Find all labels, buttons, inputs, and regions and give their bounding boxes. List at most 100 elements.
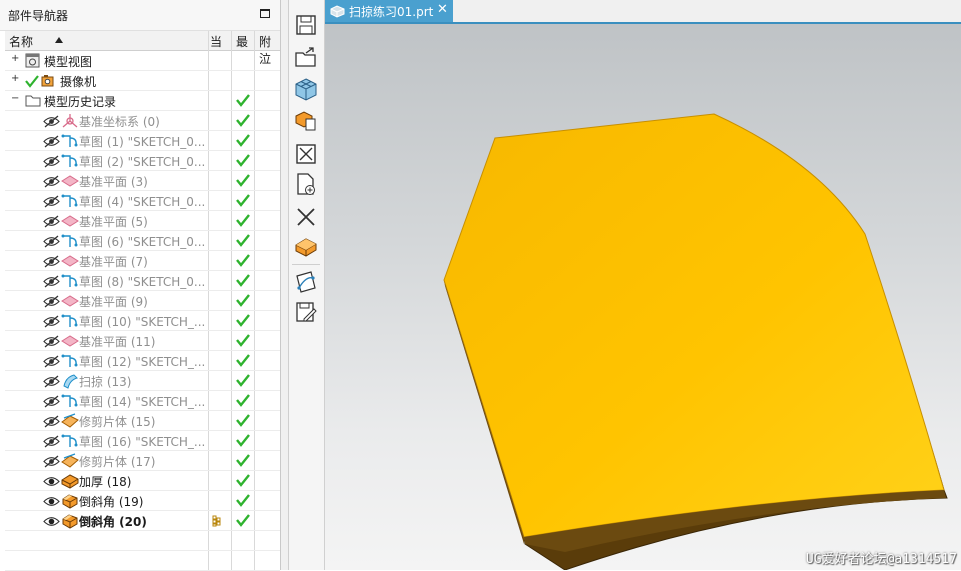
visible-eye-icon[interactable]	[43, 495, 60, 511]
column-name[interactable]: 名称	[9, 33, 33, 50]
hidden-eye-icon[interactable]	[43, 435, 60, 451]
navigator-column-header: 名称 当 最 附泣	[5, 31, 280, 66]
sketch-icon	[61, 393, 79, 412]
tree-node-label: 模型历史记录	[44, 95, 117, 109]
current-feature-icon	[212, 515, 222, 530]
feature-row[interactable]: 草图 (14) "SKETCH_...	[5, 391, 280, 411]
document-tab[interactable]: 扫掠练习01.prt ✕	[325, 0, 453, 22]
latest-check-icon	[234, 492, 252, 511]
datum-plane-icon	[61, 253, 79, 272]
hidden-eye-icon[interactable]	[43, 195, 60, 211]
feature-label: 扫掠 (13)	[79, 375, 132, 389]
resource-toolbar	[289, 0, 325, 570]
camera-icon	[41, 75, 54, 87]
copy-body-icon[interactable]	[294, 108, 318, 132]
feature-row[interactable]: 草图 (10) "SKETCH_...	[5, 311, 280, 331]
feature-row[interactable]: 扫掠 (13)	[5, 371, 280, 391]
hidden-eye-icon[interactable]	[43, 175, 60, 191]
latest-check-icon	[234, 412, 252, 431]
hidden-eye-icon[interactable]	[43, 135, 60, 151]
empty-row	[5, 531, 280, 551]
hidden-eye-icon[interactable]	[43, 335, 60, 351]
tree-node-model-views[interactable]: + 模型视图	[5, 51, 280, 71]
feature-row[interactable]: 草图 (1) "SKETCH_0...	[5, 131, 280, 151]
feature-row[interactable]: 草图 (2) "SKETCH_0...	[5, 151, 280, 171]
maximize-icon[interactable]	[260, 9, 270, 18]
feature-row[interactable]: 基准平面 (11)	[5, 331, 280, 351]
hidden-eye-icon[interactable]	[43, 315, 60, 331]
datum-plane-icon	[61, 173, 79, 192]
feature-row[interactable]: 草图 (16) "SKETCH_...	[5, 431, 280, 451]
hidden-eye-icon[interactable]	[43, 115, 60, 131]
hidden-eye-icon[interactable]	[43, 375, 60, 391]
feature-row[interactable]: 草图 (12) "SKETCH_...	[5, 351, 280, 371]
feature-label: 基准平面 (3)	[79, 175, 148, 189]
latest-check-icon	[234, 272, 252, 291]
sketch-icon	[61, 133, 79, 152]
hidden-eye-icon[interactable]	[43, 455, 60, 471]
part-navigator: 部件导航器 名称 当 最 附泣 + 模型视图 + 摄像机 − 模型历史记录 基准…	[0, 0, 281, 571]
forum-watermark: UG爱好者论坛@a1314517	[805, 552, 957, 567]
hidden-eye-icon[interactable]	[43, 295, 60, 311]
collapse-icon[interactable]: −	[11, 94, 19, 104]
sort-ascending-icon[interactable]	[55, 37, 63, 43]
column-latest[interactable]: 最	[236, 33, 248, 50]
hidden-eye-icon[interactable]	[43, 235, 60, 251]
export-icon[interactable]	[294, 45, 318, 69]
checkmark-icon	[25, 75, 39, 88]
save-icon[interactable]	[294, 13, 318, 37]
hidden-eye-icon[interactable]	[43, 415, 60, 431]
feature-row[interactable]: 倒斜角 (20)	[5, 511, 280, 531]
feature-row[interactable]: 基准坐标系 (0)	[5, 111, 280, 131]
latest-check-icon	[234, 292, 252, 311]
feature-label: 草图 (8) "SKETCH_0...	[79, 275, 206, 289]
document-tab-label: 扫掠练习01.prt	[349, 5, 434, 19]
latest-check-icon	[234, 132, 252, 151]
close-tab-icon[interactable]: ✕	[437, 2, 448, 17]
feature-row[interactable]: 草图 (6) "SKETCH_0...	[5, 231, 280, 251]
hidden-eye-icon[interactable]	[43, 215, 60, 231]
feature-row[interactable]: 加厚 (18)	[5, 471, 280, 491]
feature-label: 草图 (2) "SKETCH_0...	[79, 155, 206, 169]
graphics-window[interactable]: UG爱好者论坛@a1314517	[325, 24, 961, 570]
feature-row[interactable]: 修剪片体 (17)	[5, 451, 280, 471]
save-edit-icon[interactable]	[294, 300, 318, 324]
sketch-icon	[61, 313, 79, 332]
expand-icon[interactable]: +	[11, 54, 19, 64]
swept-icon	[61, 373, 79, 392]
feature-row[interactable]: 倒斜角 (19)	[5, 491, 280, 511]
new-part-icon[interactable]	[294, 172, 318, 196]
hidden-eye-icon[interactable]	[43, 395, 60, 411]
view-cube-icon[interactable]	[294, 77, 318, 101]
feature-row[interactable]: 草图 (4) "SKETCH_0...	[5, 191, 280, 211]
feature-label: 基准平面 (9)	[79, 295, 148, 309]
hidden-eye-icon[interactable]	[43, 255, 60, 271]
delete-icon[interactable]	[294, 205, 318, 229]
shaded-body-icon[interactable]	[294, 235, 318, 259]
feature-row[interactable]: 基准平面 (7)	[5, 251, 280, 271]
feature-row[interactable]: 草图 (8) "SKETCH_0...	[5, 271, 280, 291]
feature-row[interactable]: 修剪片体 (15)	[5, 411, 280, 431]
latest-check-icon	[234, 212, 252, 231]
thickened-sheet-body[interactable]	[325, 24, 961, 570]
expand-icon[interactable]: +	[11, 74, 19, 84]
close-box-icon[interactable]	[294, 142, 318, 166]
visible-eye-icon[interactable]	[43, 475, 60, 491]
hidden-eye-icon[interactable]	[43, 155, 60, 171]
sketch-view-icon[interactable]	[294, 270, 318, 294]
datum-csys-icon	[61, 113, 79, 132]
tree-node-model-history[interactable]: − 模型历史记录	[5, 91, 280, 111]
hidden-eye-icon[interactable]	[43, 275, 60, 291]
latest-check-icon	[234, 192, 252, 211]
feature-label: 基准平面 (11)	[79, 335, 156, 349]
feature-row[interactable]: 基准平面 (5)	[5, 211, 280, 231]
hidden-eye-icon[interactable]	[43, 355, 60, 371]
feature-row[interactable]: 基准平面 (3)	[5, 171, 280, 191]
feature-row[interactable]: 基准平面 (9)	[5, 291, 280, 311]
resize-splitter[interactable]	[281, 0, 289, 570]
feature-label: 草图 (10) "SKETCH_...	[79, 315, 206, 329]
column-current[interactable]: 当	[210, 33, 222, 50]
tree-node-cameras[interactable]: + 摄像机	[5, 71, 280, 91]
feature-label: 倒斜角 (20)	[79, 515, 147, 529]
visible-eye-icon[interactable]	[43, 515, 60, 531]
